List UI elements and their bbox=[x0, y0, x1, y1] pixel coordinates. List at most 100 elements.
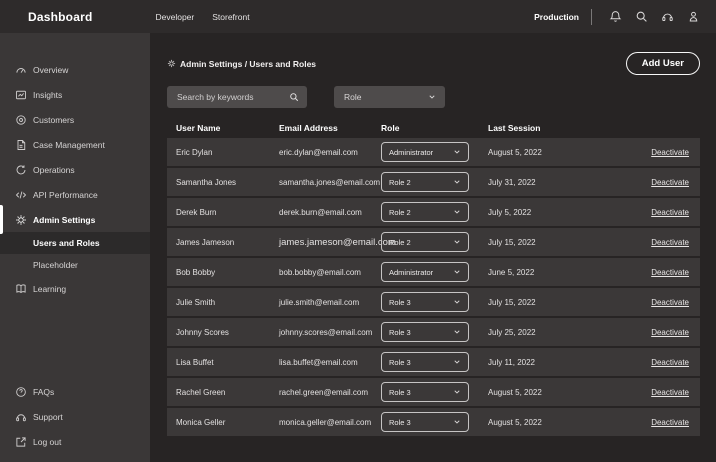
chevron-down-icon bbox=[453, 418, 461, 426]
role-cell: Role 3 bbox=[381, 412, 488, 432]
sidebar-item-admin-settings[interactable]: Admin Settings bbox=[0, 207, 150, 232]
sidebar-subitem-placeholder[interactable]: Placeholder bbox=[0, 254, 150, 276]
gear-icon bbox=[167, 59, 176, 68]
nav-storefront[interactable]: Storefront bbox=[212, 12, 249, 22]
deactivate-link[interactable]: Deactivate bbox=[651, 418, 689, 427]
sidebar-item-operations[interactable]: Operations bbox=[0, 157, 150, 182]
sidebar-item-case-management[interactable]: Case Management bbox=[0, 132, 150, 157]
page-body: Overview Insights Customers Case Managem… bbox=[0, 33, 716, 462]
search-input[interactable] bbox=[167, 86, 307, 108]
role-select[interactable]: Role 3 bbox=[381, 412, 469, 432]
email-cell: julie.smith@email.com bbox=[279, 298, 381, 307]
chevron-down-icon bbox=[453, 298, 461, 306]
column-header-last-session: Last Session bbox=[488, 123, 630, 133]
topbar: Dashboard Developer Storefront Productio… bbox=[0, 0, 716, 33]
role-select[interactable]: Role 3 bbox=[381, 292, 469, 312]
user-name-cell: Derek Burn bbox=[167, 208, 279, 217]
breadcrumb: Admin Settings / Users and Roles bbox=[167, 59, 316, 69]
add-user-button[interactable]: Add User bbox=[626, 52, 700, 75]
role-filter-dropdown[interactable]: Role bbox=[334, 86, 445, 108]
table-row: Lisa Buffet lisa.buffet@email.com Role 3… bbox=[167, 348, 700, 376]
user-icon[interactable] bbox=[687, 10, 700, 23]
deactivate-link[interactable]: Deactivate bbox=[651, 298, 689, 307]
header-row: Admin Settings / Users and Roles Add Use… bbox=[167, 52, 700, 75]
table-row: Samantha Jones samantha.jones@email.com … bbox=[167, 168, 700, 196]
role-select[interactable]: Role 2 bbox=[381, 172, 469, 192]
sidebar-subitem-label: Users and Roles bbox=[33, 238, 100, 248]
sidebar-subitem-label: Placeholder bbox=[33, 260, 78, 270]
table-header-row: User Name Email Address Role Last Sessio… bbox=[167, 117, 700, 138]
last-session-cell: July 11, 2022 bbox=[488, 358, 630, 367]
sidebar-item-label: Operations bbox=[33, 165, 75, 175]
deactivate-link[interactable]: Deactivate bbox=[651, 268, 689, 277]
user-name-cell: Samantha Jones bbox=[167, 178, 279, 187]
sidebar-item-label: Overview bbox=[33, 65, 68, 75]
chart-icon bbox=[15, 89, 27, 101]
role-cell: Role 3 bbox=[381, 322, 488, 342]
sidebar-item-learning[interactable]: Learning bbox=[0, 276, 150, 301]
chevron-down-icon bbox=[453, 178, 461, 186]
sidebar-item-api-performance[interactable]: API Performance bbox=[0, 182, 150, 207]
last-session-cell: July 25, 2022 bbox=[488, 328, 630, 337]
role-select[interactable]: Role 2 bbox=[381, 232, 469, 252]
nav-developer[interactable]: Developer bbox=[155, 12, 194, 22]
gauge-icon bbox=[15, 64, 27, 76]
role-select[interactable]: Administrator bbox=[381, 142, 469, 162]
column-header-email: Email Address bbox=[279, 123, 381, 133]
sidebar-subitem-users-and-roles[interactable]: Users and Roles bbox=[0, 232, 150, 254]
chevron-down-icon bbox=[453, 358, 461, 366]
sidebar-item-faqs[interactable]: FAQs bbox=[0, 379, 150, 404]
sidebar-item-logout[interactable]: Log out bbox=[0, 429, 150, 454]
user-name-cell: Julie Smith bbox=[167, 298, 279, 307]
deactivate-link[interactable]: Deactivate bbox=[651, 238, 689, 247]
deactivate-link[interactable]: Deactivate bbox=[651, 358, 689, 367]
search-icon bbox=[289, 92, 299, 102]
column-header-user-name: User Name bbox=[167, 123, 279, 133]
role-cell: Administrator bbox=[381, 142, 488, 162]
sidebar-item-insights[interactable]: Insights bbox=[0, 82, 150, 107]
chevron-down-icon bbox=[453, 268, 461, 276]
email-cell: lisa.buffet@email.com bbox=[279, 358, 381, 367]
role-cell: Role 2 bbox=[381, 232, 488, 252]
help-icon bbox=[15, 386, 27, 398]
role-select[interactable]: Role 3 bbox=[381, 322, 469, 342]
sidebar-item-label: Case Management bbox=[33, 140, 105, 150]
headset-icon[interactable] bbox=[661, 10, 674, 23]
deactivate-link[interactable]: Deactivate bbox=[651, 388, 689, 397]
environment-label: Production bbox=[534, 12, 579, 22]
table-body: Eric Dylan eric.dylan@email.com Administ… bbox=[167, 138, 700, 436]
role-select[interactable]: Role 2 bbox=[381, 202, 469, 222]
last-session-cell: July 5, 2022 bbox=[488, 208, 630, 217]
deactivate-link[interactable]: Deactivate bbox=[651, 208, 689, 217]
role-value: Role 3 bbox=[389, 358, 411, 367]
actions-cell: Deactivate bbox=[651, 238, 700, 247]
chevron-down-icon bbox=[453, 148, 461, 156]
role-value: Role 3 bbox=[389, 418, 411, 427]
bell-icon[interactable] bbox=[609, 10, 622, 23]
role-select[interactable]: Role 3 bbox=[381, 382, 469, 402]
role-value: Role 3 bbox=[389, 328, 411, 337]
sidebar-item-overview[interactable]: Overview bbox=[0, 57, 150, 82]
role-select[interactable]: Role 3 bbox=[381, 352, 469, 372]
email-cell: james.jameson@email.com bbox=[279, 237, 381, 248]
actions-cell: Deactivate bbox=[651, 298, 700, 307]
deactivate-link[interactable]: Deactivate bbox=[651, 328, 689, 337]
user-name-cell: Bob Bobby bbox=[167, 268, 279, 277]
search-icon[interactable] bbox=[635, 10, 648, 23]
deactivate-link[interactable]: Deactivate bbox=[651, 178, 689, 187]
sidebar-item-label: Insights bbox=[33, 90, 62, 100]
sidebar-item-support[interactable]: Support bbox=[0, 404, 150, 429]
role-select[interactable]: Administrator bbox=[381, 262, 469, 282]
deactivate-link[interactable]: Deactivate bbox=[651, 148, 689, 157]
code-icon bbox=[15, 189, 27, 201]
table-row: Monica Geller monica.geller@email.com Ro… bbox=[167, 408, 700, 436]
actions-cell: Deactivate bbox=[651, 148, 700, 157]
role-value: Role 2 bbox=[389, 238, 411, 247]
sidebar-item-label: API Performance bbox=[33, 190, 98, 200]
email-cell: johnny.scores@email.com bbox=[279, 328, 381, 337]
chevron-down-icon bbox=[428, 93, 436, 101]
users-table: User Name Email Address Role Last Sessio… bbox=[167, 117, 700, 436]
last-session-cell: July 15, 2022 bbox=[488, 238, 630, 247]
sidebar-item-customers[interactable]: Customers bbox=[0, 107, 150, 132]
role-value: Role 2 bbox=[389, 178, 411, 187]
